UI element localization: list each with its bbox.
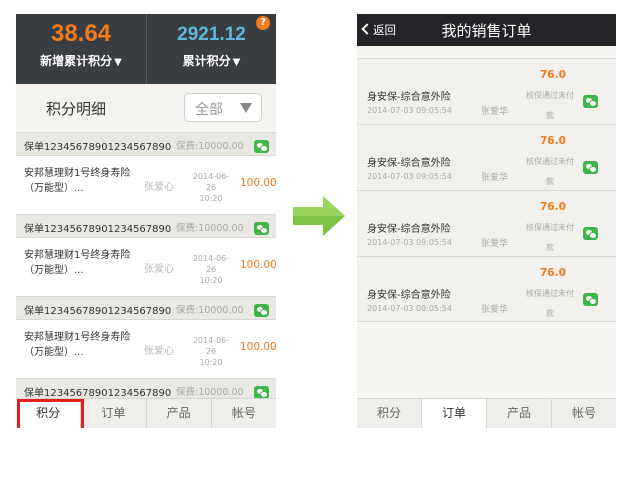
wechat-icon[interactable] xyxy=(254,140,269,153)
product-row[interactable]: 安邦慧理财1号终身寿险 （万能型）... 张爱心 2014-06-26 10:20 … xyxy=(16,156,276,214)
product-name-suffix: （万能型）... xyxy=(24,347,84,358)
tab-orders[interactable]: 订单 xyxy=(81,399,147,428)
order-status: 核保通过未付款 xyxy=(526,289,574,318)
orders-list: 76.0 身安保-综合意外险 2014-07-03 09:05:54 张爱华 核… xyxy=(357,58,616,322)
tab-account[interactable]: 帐号 xyxy=(212,399,276,428)
product-name-suffix: （万能型）... xyxy=(24,265,84,276)
agent-name: 张爱心 xyxy=(144,182,174,193)
order-item[interactable]: 76.0 身安保-综合意外险 2014-07-03 09:05:54 张爱华 核… xyxy=(357,58,616,124)
row-time: 10:20 xyxy=(199,358,223,367)
order-product-name: 身安保-综合意外险 xyxy=(367,224,451,235)
row-points: 100.00 xyxy=(240,177,276,189)
caret-down-icon: ▼ xyxy=(232,57,241,68)
order-points: 76.0 xyxy=(540,135,566,147)
order-status: 核保通过未付款 xyxy=(526,223,574,252)
policy-fee: 保费:10000.00 xyxy=(176,387,244,398)
total-points-label: 累计积分 xyxy=(182,54,231,68)
policy-number: 保单12345678901234567890 xyxy=(24,306,172,317)
points-summary: 38.64 新增累计积分 ▼ 2921.12 累计积分 ▼ ? xyxy=(16,14,276,84)
row-points: 100.00 xyxy=(240,259,276,271)
order-datetime: 2014-07-03 09:05:54 xyxy=(367,238,452,247)
row-date: 2014-06-26 xyxy=(192,172,230,192)
new-points-label: 新增累计积分 xyxy=(40,54,113,68)
caret-down-icon: ▼ xyxy=(114,57,122,68)
wechat-icon[interactable] xyxy=(254,386,269,398)
tab-products[interactable]: 产品 xyxy=(487,399,552,428)
policy-fee: 保费:10000.00 xyxy=(176,223,244,234)
policy-number: 保单12345678901234567890 xyxy=(24,388,172,398)
total-points-stat[interactable]: 2921.12 累计积分 ▼ ? xyxy=(146,14,276,84)
order-product-name: 身安保-综合意外险 xyxy=(367,158,451,169)
wechat-icon[interactable] xyxy=(254,304,269,317)
wechat-icon[interactable] xyxy=(583,161,598,174)
nav-bar: 返回 我的销售订单 xyxy=(357,14,616,46)
tab-bar: 积分 订单 产品 帐号 xyxy=(16,398,276,428)
order-product-name: 身安保-综合意外险 xyxy=(367,290,451,301)
order-agent: 张爱华 xyxy=(481,173,509,183)
right-arrow-icon xyxy=(293,196,345,236)
new-points-stat[interactable]: 38.64 新增累计积分 ▼ xyxy=(16,14,146,84)
tab-orders[interactable]: 订单 xyxy=(422,399,487,428)
order-product-name: 身安保-综合意外险 xyxy=(367,92,451,103)
order-datetime: 2014-07-03 09:05:54 xyxy=(367,304,452,313)
row-date: 2014-06-26 xyxy=(192,336,230,356)
new-points-value: 38.64 xyxy=(50,20,112,47)
product-name: 安邦慧理财1号终身寿险 xyxy=(24,332,131,343)
order-item[interactable]: 76.0 身安保-综合意外险 2014-07-03 09:05:54 张爱华 核… xyxy=(357,124,616,190)
product-name: 安邦慧理财1号终身寿险 xyxy=(24,250,131,261)
wechat-icon[interactable] xyxy=(583,227,598,240)
tab-account[interactable]: 帐号 xyxy=(552,399,616,428)
row-date: 2014-06-26 xyxy=(192,254,230,274)
filter-bar: 积分明细 全部 xyxy=(16,84,276,132)
agent-name: 张爱心 xyxy=(144,346,174,357)
policy-row[interactable]: 保单12345678901234567890 保费:10000.00 xyxy=(16,378,276,398)
order-status: 核保通过未付款 xyxy=(526,157,574,186)
product-name: 安邦慧理财1号终身寿险 xyxy=(24,168,131,179)
order-points: 76.0 xyxy=(540,69,566,81)
section-title: 积分明细 xyxy=(46,100,107,118)
order-datetime: 2014-07-03 09:05:54 xyxy=(367,172,452,181)
wechat-icon[interactable] xyxy=(583,293,598,306)
page-title: 我的销售订单 xyxy=(441,22,532,40)
question-badge-icon[interactable]: ? xyxy=(256,16,270,30)
policy-row[interactable]: 保单12345678901234567890 保费:10000.00 xyxy=(16,132,276,156)
order-points: 76.0 xyxy=(540,201,566,213)
wechat-icon[interactable] xyxy=(254,222,269,235)
row-points: 100.00 xyxy=(240,341,276,353)
order-agent: 张爱华 xyxy=(481,239,509,249)
orders-screen: 返回 我的销售订单 76.0 身安保-综合意外险 2014-07-03 09:0… xyxy=(357,14,616,428)
policy-row[interactable]: 保单12345678901234567890 保费:10000.00 xyxy=(16,296,276,320)
policy-row[interactable]: 保单12345678901234567890 保费:10000.00 xyxy=(16,214,276,238)
policy-number: 保单12345678901234567890 xyxy=(24,142,172,153)
order-agent: 张爱华 xyxy=(481,305,509,315)
filter-dropdown[interactable]: 全部 xyxy=(184,93,262,122)
filter-selected-value: 全部 xyxy=(195,102,223,118)
order-status: 核保通过未付款 xyxy=(526,91,574,120)
product-name-suffix: （万能型）... xyxy=(24,183,84,194)
tab-points[interactable]: 积分 xyxy=(357,399,422,428)
product-row[interactable]: 安邦慧理财1号终身寿险 （万能型）... 张爱心 2014-06-26 10:20 … xyxy=(16,320,276,378)
tab-points[interactable]: 积分 xyxy=(16,399,85,428)
row-time: 10:20 xyxy=(199,194,223,203)
order-datetime: 2014-07-03 09:05:54 xyxy=(367,106,452,115)
points-screen: 38.64 新增累计积分 ▼ 2921.12 累计积分 ▼ ? 积分明细 全部 保单… xyxy=(16,14,276,428)
tab-bar: 积分 订单 产品 帐号 xyxy=(357,398,616,428)
tab-products[interactable]: 产品 xyxy=(147,399,212,428)
order-points: 76.0 xyxy=(540,267,566,279)
wechat-icon[interactable] xyxy=(583,95,598,108)
order-agent: 张爱华 xyxy=(481,107,509,117)
product-row[interactable]: 安邦慧理财1号终身寿险 （万能型）... 张爱心 2014-06-26 10:20 … xyxy=(16,238,276,296)
order-item[interactable]: 76.0 身安保-综合意外险 2014-07-03 09:05:54 张爱华 核… xyxy=(357,256,616,322)
policy-number: 保单12345678901234567890 xyxy=(24,224,172,235)
policy-fee: 保费:10000.00 xyxy=(176,305,244,316)
order-item[interactable]: 76.0 身安保-综合意外险 2014-07-03 09:05:54 张爱华 核… xyxy=(357,190,616,256)
policy-fee: 保费:10000.00 xyxy=(176,141,244,152)
row-time: 10:20 xyxy=(199,276,223,285)
caret-down-icon xyxy=(240,103,252,113)
points-list: 保单12345678901234567890 保费:10000.00 安邦慧理财… xyxy=(16,132,276,398)
agent-name: 张爱心 xyxy=(144,264,174,275)
